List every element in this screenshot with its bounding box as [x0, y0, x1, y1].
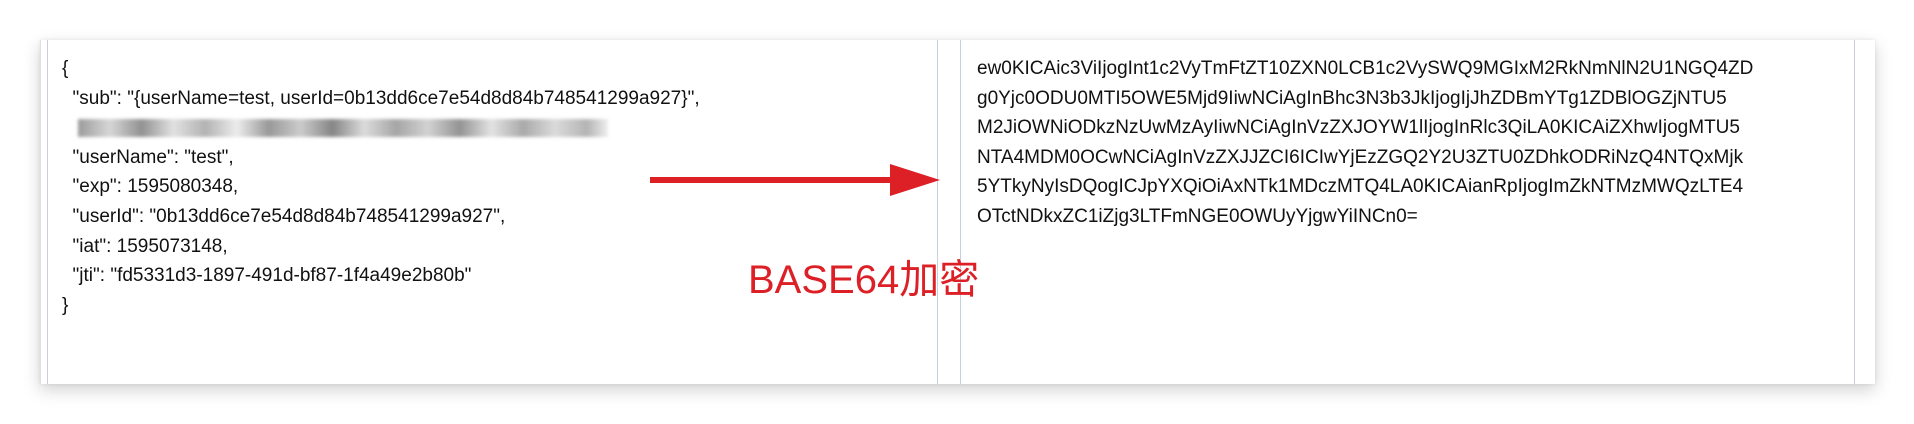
- encoded-line: 5YTkyNyIsDQogICJpYXQiOiAxNTk1MDczMTQ4LA0…: [977, 176, 1744, 198]
- encoded-line: g0Yjc0ODU0MTI5OWE5Mjd9IiwNCiAgInBhc3N3b3…: [977, 87, 1727, 109]
- encoded-line: ew0KICAic3ViIjogInt1c2VyTmFtZT10ZXN0LCB1…: [977, 58, 1754, 79]
- json-line-userid: "userId": "0b13dd6ce7e54d8d84b748541299a…: [62, 205, 506, 227]
- json-panel[interactable]: { "sub": "{userName=test, userId=0b13dd6…: [47, 40, 937, 384]
- encoded-line: M2JiOWNiODkzNzUwMzAyIiwNCiAgInVzZXJOYW1l…: [977, 117, 1740, 139]
- encoded-text: ew0KICAic3ViIjogInt1c2VyTmFtZT10ZXN0LCB1…: [977, 54, 1839, 232]
- panel-divider: [937, 40, 961, 384]
- base64-annotation-label: BASE64加密: [748, 258, 980, 302]
- encoded-line: OTctNDkxZC1iZjg3LTFmNGE0OWUyYjgwYiINCn0=: [977, 205, 1418, 227]
- json-line-open-brace: {: [62, 58, 69, 79]
- screenshot: { "sub": "{userName=test, userId=0b13dd6…: [0, 0, 1914, 424]
- editor-window: { "sub": "{userName=test, userId=0b13dd6…: [40, 40, 1875, 384]
- encoded-line: NTA4MDM0OCwNCiAgInVzZXJJZCI6ICIwYjEzZGQ2…: [977, 146, 1744, 168]
- redacted-blur: [78, 119, 608, 138]
- json-line-redacted: [62, 113, 937, 143]
- arrow-right-icon: [650, 164, 940, 196]
- encoded-panel[interactable]: ew0KICAic3ViIjogInt1c2VyTmFtZT10ZXN0LCB1…: [962, 40, 1855, 384]
- json-line-sub: "sub": "{userName=test, userId=0b13dd6ce…: [62, 87, 700, 109]
